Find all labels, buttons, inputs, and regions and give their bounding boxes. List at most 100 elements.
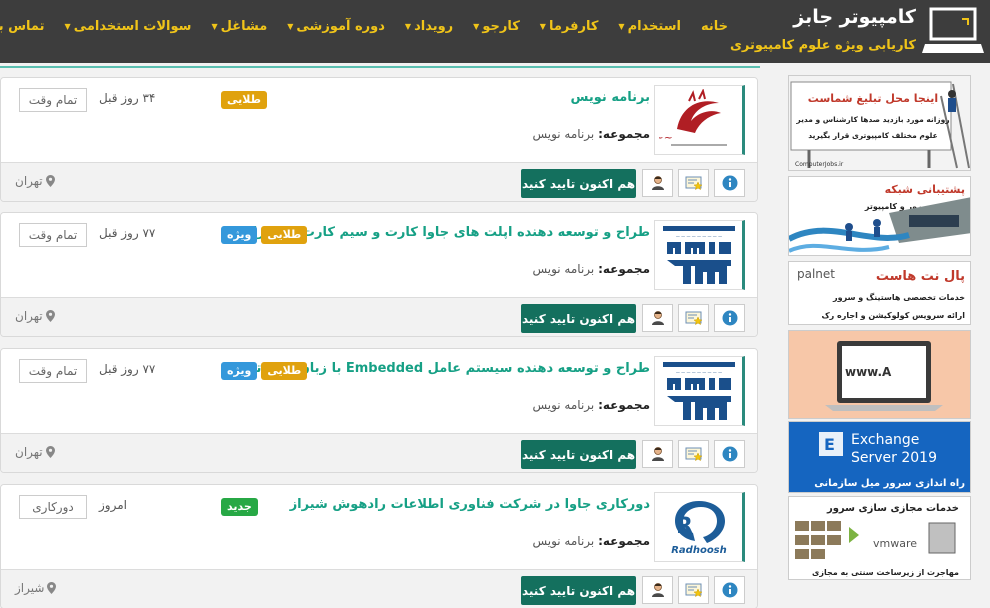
category-value: برنامه نویس [532, 534, 595, 548]
nav-home[interactable]: خانه [701, 19, 728, 34]
job-card: — — — — — — — — — طراح و توسعه دهنده اپل… [0, 212, 758, 337]
badge-new: جدید [221, 498, 258, 516]
ad-banner-palnet-host[interactable]: palnet پال نت هاست خدمات تخصصی هاستینگ و… [788, 261, 971, 325]
svg-text:E: E [824, 435, 835, 454]
info-button[interactable] [714, 576, 745, 604]
map-pin-icon [45, 310, 55, 322]
company-profile-button[interactable] [642, 304, 673, 332]
nav-employer[interactable]: کارفرما ▼ [540, 19, 599, 34]
posted-ago: امروز [99, 498, 127, 512]
ad1-footer: ComputerJobs.ir [795, 161, 844, 168]
posted-ago: ۳۴ روز قبل [99, 91, 156, 105]
chevron-down-icon: ▼ [64, 21, 71, 31]
ad-banner-virtualization[interactable]: خدمات مجازی سازی سرور vmware مهاجرت از ز… [788, 496, 971, 580]
info-button[interactable] [714, 169, 745, 197]
nav-interview-questions[interactable]: سوالات استخدامی ▼ [65, 19, 192, 34]
job-card-actions: هم اکنون تایید کنید شیراز [1, 569, 757, 608]
job-category: مجموعه: برنامه نویس [532, 398, 650, 412]
job-card: R Radhoosh دورکاری جاوا در شرکت فناوری ا… [0, 484, 758, 608]
nav-events-label: رویداد [414, 18, 454, 34]
user-icon [651, 583, 664, 597]
info-icon [722, 175, 737, 191]
company-profile-button[interactable] [642, 169, 673, 197]
ad1-line1: روزانه مورد بازدید صدها کارشناس و مدیر [795, 115, 949, 124]
location-text: تهران [15, 309, 43, 323]
posted-ago: ۷۷ روز قبل [99, 226, 156, 240]
nav-jobseeker[interactable]: کارجو ▼ [473, 19, 520, 34]
nav-courses[interactable]: دوره آموزشی ▼ [287, 19, 385, 34]
job-title[interactable]: برنامه نویس [571, 90, 650, 105]
nav-hiring-label: استخدام [627, 18, 681, 34]
job-title[interactable]: دورکاری جاوا در شرکت فناوری اطلاعات راده… [290, 497, 650, 512]
ad-banner-advertise-here[interactable]: اینجا محل تبلیغ شماست روزانه مورد بازدید… [788, 75, 971, 171]
chevron-down-icon: ▼ [618, 21, 625, 31]
location-text: تهران [15, 445, 43, 459]
badge-gold: طلایی [261, 362, 308, 380]
company-logo[interactable]: R Radhoosh [654, 492, 745, 562]
ad1-line2: علوم مختلف کامپیوتری قرار بگیرید [808, 131, 937, 140]
company-logo[interactable]: — — — — — — — — — [654, 220, 745, 290]
nav-events[interactable]: رویداد ▼ [405, 19, 453, 34]
network-support-illustration: پشتیبانی شبکه نگهداری سرور و کامپیوتر [789, 183, 970, 253]
chevron-down-icon: ▼ [473, 21, 480, 31]
amin-logo-icon: — — — — — — — — — [662, 226, 735, 284]
info-icon [722, 310, 737, 326]
bookmark-button[interactable] [678, 169, 709, 197]
job-type-tag: تمام وقت [19, 88, 87, 112]
nav-jobseeker-label: کارجو [482, 18, 520, 34]
job-card-body: ~~~~ برنامه نویس طلایی ۳۴ روز قبل تمام و… [1, 78, 757, 162]
card-star-icon [685, 583, 703, 598]
bookmark-button[interactable] [678, 576, 709, 604]
ad-banner-exchange[interactable]: E Exchange Server 2019 راه اندازی سرور م… [788, 421, 971, 493]
company-profile-button[interactable] [642, 576, 673, 604]
ad-banner-network-support[interactable]: پشتیبانی شبکه نگهداری سرور و کامپیوتر [788, 176, 971, 256]
confirm-now-button[interactable]: هم اکنون تایید کنید [521, 576, 636, 605]
confirm-now-button[interactable]: هم اکنون تایید کنید [521, 169, 636, 198]
ad3-line1: خدمات تخصصی هاستینگ و سرور [832, 292, 965, 302]
virtualization-illustration: خدمات مجازی سازی سرور vmware مهاجرت از ز… [795, 503, 959, 577]
divider [0, 66, 760, 68]
brand[interactable]: کامپیوتر جابز کاریابی ویژه علوم کامپیوتر… [730, 0, 990, 63]
nav-occupations[interactable]: مشاغل ▼ [211, 19, 267, 34]
amin-logo-icon: — — — — — — — — — [662, 362, 735, 420]
confirm-now-button[interactable]: هم اکنون تایید کنید [521, 304, 636, 333]
job-category: مجموعه: برنامه نویس [532, 127, 650, 141]
job-type-tag: تمام وقت [19, 359, 87, 383]
location-text: شیراز [15, 581, 45, 595]
job-card-actions: هم اکنون تایید کنید تهران [1, 297, 757, 336]
job-location: تهران [15, 309, 55, 323]
company-profile-button[interactable] [642, 440, 673, 468]
nav-home-label: خانه [700, 18, 728, 34]
job-card-body: — — — — — — — — — طراح و توسعه دهنده سیس… [1, 349, 757, 433]
radhoosh-logo-text: Radhoosh [671, 545, 727, 556]
bookmark-button[interactable] [678, 304, 709, 332]
ad1-headline: اینجا محل تبلیغ شماست [808, 92, 938, 105]
category-label: مجموعه: [598, 127, 650, 141]
job-card-body: R Radhoosh دورکاری جاوا در شرکت فناوری ا… [1, 485, 757, 569]
badge-gold: طلایی [261, 226, 308, 244]
nav-contact-label: تماس با ما [0, 18, 45, 34]
nav-contact[interactable]: تماس با ما▼ [0, 19, 45, 34]
svg-text:~~~~: ~~~~ [659, 131, 673, 144]
svg-text:— — — — — — — — —: — — — — — — — — — [675, 234, 721, 239]
company-logo[interactable]: ~~~~ [654, 85, 745, 155]
svg-text:— — — — — — — — —: — — — — — — — — — [675, 370, 721, 375]
company-logo[interactable]: — — — — — — — — — [654, 356, 745, 426]
info-button[interactable] [714, 304, 745, 332]
chevron-down-icon: ▼ [404, 21, 412, 31]
confirm-now-button[interactable]: هم اکنون تایید کنید [521, 440, 636, 469]
nav-courses-label: دوره آموزشی [296, 18, 385, 34]
top-navbar: کامپیوتر جابز کاریابی ویژه علوم کامپیوتر… [0, 0, 990, 63]
user-icon [651, 176, 664, 190]
job-badges: ویژه طلایی [221, 362, 308, 380]
nav-interview-questions-label: سوالات استخدامی [73, 18, 192, 34]
job-card: — — — — — — — — — طراح و توسعه دهنده سیس… [0, 348, 758, 473]
job-badges: جدید [221, 498, 258, 516]
info-button[interactable] [714, 440, 745, 468]
badge-special: ویژه [221, 362, 258, 380]
category-label: مجموعه: [598, 398, 650, 412]
nav-hiring[interactable]: استخدام ▼ [618, 19, 681, 34]
ad-banner-laptop[interactable]: www.A [788, 330, 971, 419]
job-card: ~~~~ برنامه نویس طلایی ۳۴ روز قبل تمام و… [0, 77, 758, 202]
bookmark-button[interactable] [678, 440, 709, 468]
